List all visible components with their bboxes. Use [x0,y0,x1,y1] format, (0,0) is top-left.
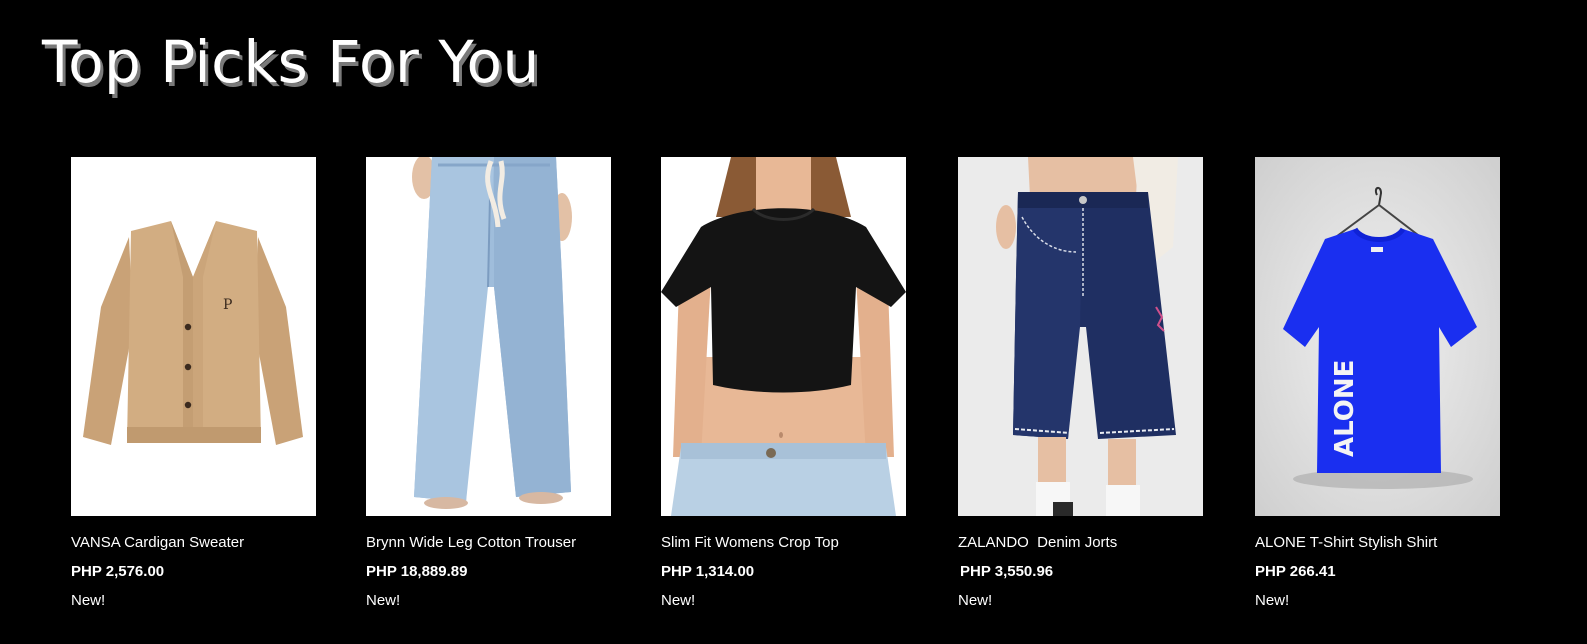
product-name[interactable]: ALONE T-Shirt Stylish Shirt [1255,534,1437,551]
product-price: PHP 2,576.00 [71,563,165,580]
product-image[interactable]: P [71,157,316,516]
new-badge: New! [71,592,106,609]
product-price: PHP 266.41 [1255,563,1336,580]
product-price: PHP 3,550.96 [960,563,1054,580]
trouser-image [366,157,611,516]
section-title: Top Picks For You [42,28,540,96]
product-image[interactable]: ALONE [1255,157,1500,516]
product-name[interactable]: Slim Fit Womens Crop Top [661,534,839,551]
product-image[interactable] [958,157,1203,516]
product-price: PHP 18,889.89 [366,563,468,580]
crop-top-image [661,157,906,516]
product-name[interactable]: ZALANDO Denim Jorts [958,534,1117,551]
product-card[interactable]: ZALANDO Denim Jorts PHP 3,550.96 New! [958,157,1203,627]
denim-jorts-image [958,157,1203,516]
svg-text:P: P [223,297,232,313]
new-badge: New! [958,592,993,609]
tshirt-image: ALONE [1255,157,1500,516]
new-badge: New! [366,592,401,609]
product-image[interactable] [661,157,906,516]
new-badge: New! [1255,592,1290,609]
product-image[interactable] [366,157,611,516]
product-name[interactable]: Brynn Wide Leg Cotton Trouser [366,534,576,551]
svg-text:ALONE: ALONE [1330,360,1360,457]
product-card[interactable]: Brynn Wide Leg Cotton Trouser PHP 18,889… [366,157,611,627]
product-price: PHP 1,314.00 [661,563,755,580]
cardigan-image: P [71,157,316,516]
product-grid: P VANSA Cardigan Sweater PHP 2,576.00 Ne… [0,157,1587,637]
product-card[interactable]: ALONE ALONE T-Shirt Stylish Shirt PHP 26… [1255,157,1500,627]
product-name[interactable]: VANSA Cardigan Sweater [71,534,244,551]
product-card[interactable]: P VANSA Cardigan Sweater PHP 2,576.00 Ne… [71,157,316,627]
product-card[interactable]: Slim Fit Womens Crop Top PHP 1,314.00 Ne… [661,157,906,627]
new-badge: New! [661,592,696,609]
